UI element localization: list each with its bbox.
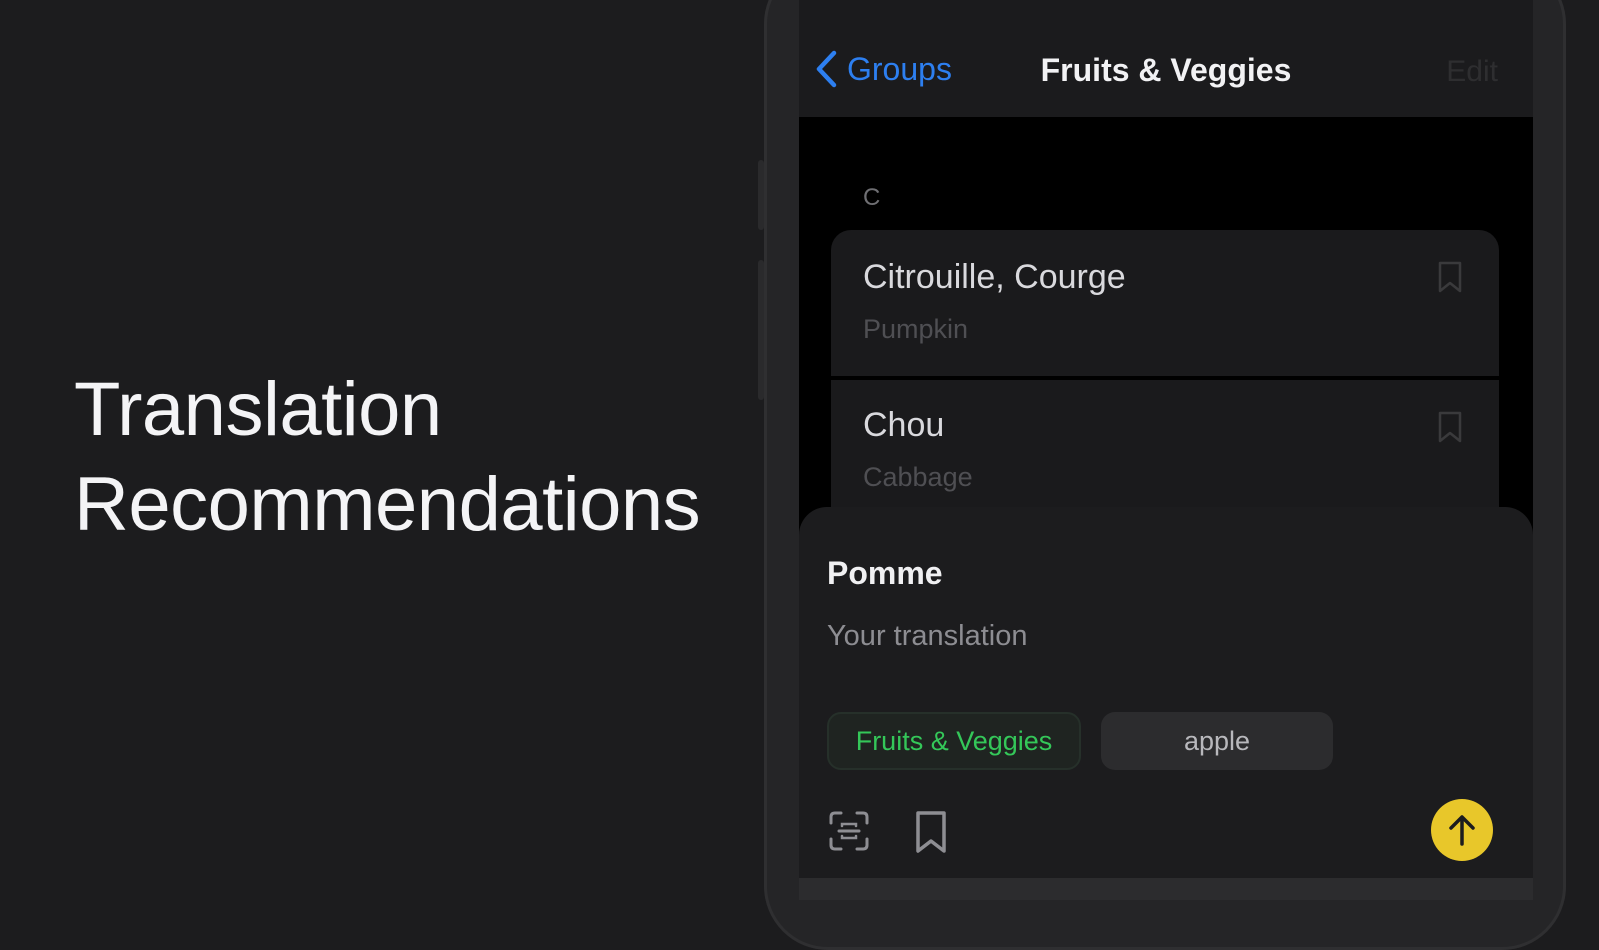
headline: Translation Recommendations: [74, 362, 701, 552]
headline-line-1: Translation: [74, 367, 442, 452]
bookmark-icon[interactable]: [1437, 410, 1463, 444]
arrow-up-icon: [1449, 815, 1475, 846]
navigation-bar: Groups Fruits & Veggies Edit: [799, 0, 1533, 117]
phone-side-button: [758, 160, 764, 230]
list-item[interactable]: Citrouille, Courge Pumpkin: [831, 230, 1499, 376]
list-item-translation: Pumpkin: [863, 314, 969, 344]
group-chip[interactable]: Fruits & Veggies: [827, 712, 1081, 770]
list-item-word: Chou: [863, 406, 945, 444]
translation-input[interactable]: [827, 620, 1347, 653]
send-button[interactable]: [1431, 799, 1493, 861]
bottom-strip: [799, 878, 1533, 900]
section-header: C: [863, 184, 881, 211]
bookmark-icon[interactable]: [1437, 260, 1463, 294]
phone-volume-button: [758, 260, 764, 400]
headline-line-2: Recommendations: [74, 462, 701, 547]
scan-text-icon[interactable]: [827, 809, 871, 853]
edit-button[interactable]: Edit: [1446, 55, 1498, 89]
phone-screen: Groups Fruits & Veggies Edit C Citrouill…: [799, 0, 1533, 900]
bookmark-icon[interactable]: [913, 809, 949, 855]
add-word-sheet: Pomme Fruits & Veggies apple: [799, 507, 1533, 900]
source-word: Pomme: [827, 555, 943, 591]
page-title: Fruits & Veggies: [1040, 52, 1292, 88]
suggestion-chip[interactable]: apple: [1101, 712, 1333, 770]
list-item-translation: Cabbage: [863, 462, 973, 492]
list-item-word: Citrouille, Courge: [863, 258, 1126, 296]
